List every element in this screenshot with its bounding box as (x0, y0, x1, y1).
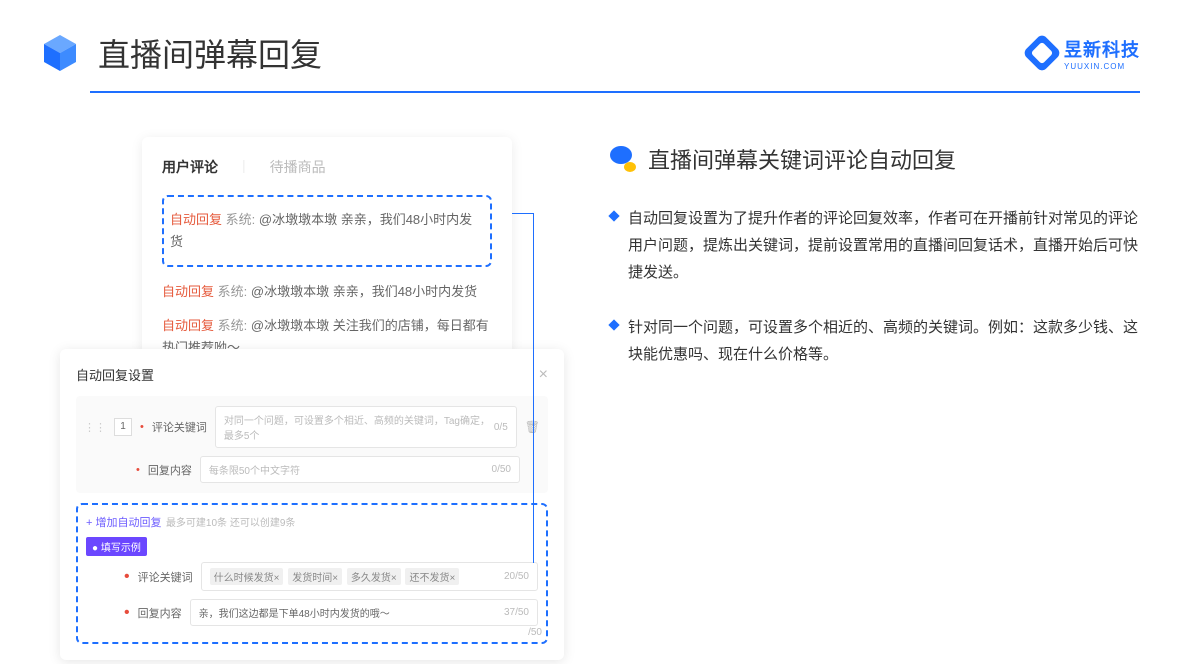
auto-reply-tag: 自动回复 (162, 318, 214, 333)
example-tags: 什么时候发货× 发货时间× 多久发货× 还不发货× (210, 568, 462, 585)
keyword-input[interactable]: 对同一个问题，可设置多个相近、高频的关键词，Tag确定，最多5个 0/5 (215, 406, 517, 448)
add-limit-note: 最多可建10条 还可以创建9条 (166, 518, 295, 529)
add-auto-reply-link[interactable]: + 增加自动回复 (86, 513, 161, 533)
section-header: 直播间弹幕关键词评论自动回复 (610, 143, 1140, 175)
comment-row-1: 自动回复 系统: @冰墩墩本墩 亲亲，我们48小时内发货 (170, 203, 484, 259)
example-content-row: • 回复内容 亲，我们这边都是下单48小时内发货的哦～ 37/50 (86, 599, 538, 626)
rule-number: 1 (114, 418, 132, 436)
connector-line (512, 213, 534, 214)
example-keyword-label: 评论关键词 (138, 569, 193, 585)
example-content-counter: 37/50 (504, 607, 529, 618)
brand-block: 昱新科技 YUUXIN.COM (1028, 36, 1140, 71)
example-keyword-input[interactable]: 什么时候发货× 发货时间× 多久发货× 还不发货× 20/50 (201, 562, 538, 591)
example-badge: ● 填写示例 (86, 537, 147, 556)
brand-logo-icon (1022, 33, 1062, 73)
bullet-1-text: 自动回复设置为了提升作者的评论回复效率，作者可在开播前针对常见的评论用户问题，提… (628, 205, 1140, 286)
comments-panel: 用户评论 | 待播商品 自动回复 系统: @冰墩墩本墩 亲亲，我们48小时内发货… (142, 137, 512, 379)
screenshots-column: 用户评论 | 待播商品 自动回复 系统: @冰墩墩本墩 亲亲，我们48小时内发货… (60, 123, 580, 603)
keyword-row: ⋮⋮ 1 • 评论关键词 对同一个问题，可设置多个相近、高频的关键词，Tag确定… (84, 406, 540, 448)
cube-icon (40, 33, 80, 73)
add-row: + 增加自动回复 最多可建10条 还可以创建9条 (86, 513, 538, 531)
tag-chip[interactable]: 还不发货× (405, 568, 459, 585)
system-tag: 系统: (218, 284, 248, 299)
content-placeholder: 每条限50个中文字符 (209, 462, 300, 477)
settings-title: 自动回复设置 (76, 365, 154, 384)
drag-handle-icon[interactable]: ⋮⋮ (84, 421, 106, 434)
brand-name: 昱新科技 (1064, 36, 1140, 62)
tab-pending-products[interactable]: 待播商品 (270, 157, 326, 177)
form-section-main: ⋮⋮ 1 • 评论关键词 对同一个问题，可设置多个相近、高频的关键词，Tag确定… (76, 396, 548, 493)
keyword-counter: 0/5 (494, 422, 508, 433)
bullet-2: 针对同一个问题，可设置多个相近的、高频的关键词。例如：这款多少钱、这块能优惠吗、… (610, 314, 1140, 368)
comment-row-2: 自动回复 系统: @冰墩墩本墩 亲亲，我们48小时内发货 (162, 275, 492, 309)
example-content-text: 亲，我们这边都是下单48小时内发货的哦～ (199, 605, 390, 620)
bullet-2-text: 针对同一个问题，可设置多个相近的、高频的关键词。例如：这款多少钱、这块能优惠吗、… (628, 314, 1140, 368)
example-content-input[interactable]: 亲，我们这边都是下单48小时内发货的哦～ 37/50 (190, 599, 538, 626)
brand-sub: YUUXIN.COM (1064, 62, 1140, 71)
page-title: 直播间弹幕回复 (98, 30, 322, 76)
content-row: • 回复内容 每条限50个中文字符 0/50 (84, 456, 540, 483)
keyword-label: 评论关键词 (152, 419, 207, 435)
auto-reply-tag: 自动回复 (170, 212, 222, 227)
main-content: 用户评论 | 待播商品 自动回复 系统: @冰墩墩本墩 亲亲，我们48小时内发货… (0, 93, 1180, 603)
diamond-icon (608, 210, 619, 221)
system-tag: 系统: (226, 212, 256, 227)
connector-line (533, 213, 534, 563)
tag-chip[interactable]: 多久发货× (347, 568, 401, 585)
highlighted-comment: 自动回复 系统: @冰墩墩本墩 亲亲，我们48小时内发货 (162, 195, 492, 267)
chat-bubble-icon (610, 146, 636, 172)
description-column: 直播间弹幕关键词评论自动回复 自动回复设置为了提升作者的评论回复效率，作者可在开… (610, 123, 1140, 396)
diamond-icon (608, 319, 619, 330)
settings-dialog: 自动回复设置 × ⋮⋮ 1 • 评论关键词 对同一个问题，可设置多个相近、高频的… (60, 349, 564, 660)
system-tag: 系统: (218, 318, 248, 333)
content-input[interactable]: 每条限50个中文字符 0/50 (200, 456, 520, 483)
required-dot: • (124, 568, 130, 586)
tag-chip[interactable]: 什么时候发货× (210, 568, 284, 585)
content-counter: 0/50 (492, 464, 511, 475)
header-left: 直播间弹幕回复 (40, 30, 322, 76)
section-title: 直播间弹幕关键词评论自动回复 (648, 143, 956, 175)
bullet-1: 自动回复设置为了提升作者的评论回复效率，作者可在开播前针对常见的评论用户问题，提… (610, 205, 1140, 286)
required-dot: • (124, 604, 130, 622)
close-icon[interactable]: × (539, 366, 548, 384)
tab-user-comments[interactable]: 用户评论 (162, 157, 218, 177)
example-keyword-row: • 评论关键词 什么时候发货× 发货时间× 多久发货× 还不发货× 20/50 (86, 562, 538, 591)
auto-reply-tag: 自动回复 (162, 284, 214, 299)
settings-header: 自动回复设置 × (76, 365, 548, 384)
example-highlight: + 增加自动回复 最多可建10条 还可以创建9条 ● 填写示例 • 评论关键词 … (76, 503, 548, 644)
tag-chip[interactable]: 发货时间× (288, 568, 342, 585)
keyword-placeholder: 对同一个问题，可设置多个相近、高频的关键词，Tag确定，最多5个 (224, 412, 494, 442)
outer-counter: /50 (528, 627, 542, 638)
required-dot: • (136, 464, 140, 476)
required-dot: • (140, 421, 144, 433)
comments-tabs: 用户评论 | 待播商品 (162, 157, 492, 177)
brand-text-wrap: 昱新科技 YUUXIN.COM (1064, 36, 1140, 71)
tab-divider: | (242, 157, 246, 177)
slide-header: 直播间弹幕回复 昱新科技 YUUXIN.COM (0, 0, 1180, 91)
example-content-label: 回复内容 (138, 605, 182, 621)
content-label: 回复内容 (148, 462, 192, 478)
comment-text: @冰墩墩本墩 亲亲，我们48小时内发货 (251, 284, 477, 299)
example-kw-counter: 20/50 (504, 571, 529, 582)
